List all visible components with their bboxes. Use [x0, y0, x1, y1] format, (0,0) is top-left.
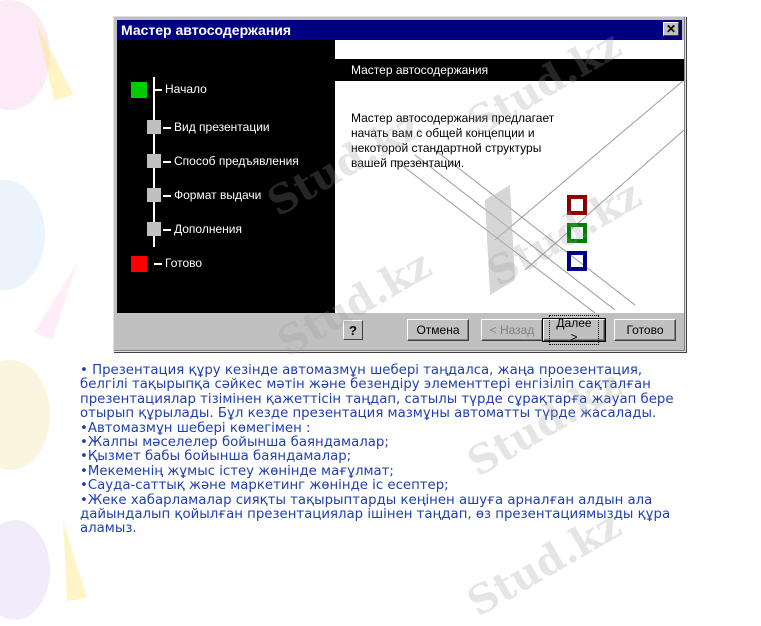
wizard-content-panel: Мастер автосодержания Мастер автосодержа… — [335, 40, 684, 313]
balloon-decoration — [0, 180, 45, 290]
step-label: Формат выдачи — [174, 188, 262, 202]
panel-description-line: Мастер автосодержания предлагает — [351, 111, 555, 125]
accent-square-icon — [567, 251, 587, 271]
dialog-button-bar: ? Отмена < Назад Далее > Готово — [117, 315, 682, 349]
body-text-line: •Қызмет бабы бойынша баяндамалар; — [80, 449, 352, 465]
step-label: Вид презентации — [174, 120, 270, 134]
step-label: Способ предъявления — [174, 154, 299, 168]
wizard-step: Вид презентации — [117, 118, 335, 138]
slide-body-text: • Презентация құру кезінде автомазмұн ше… — [80, 363, 760, 537]
wizard-step: Формат выдачи — [117, 186, 335, 206]
body-text-line: презентациялар тізімінен қажеттісін таңд… — [80, 391, 674, 407]
panel-description-line: начать вам с общей концепции и — [351, 126, 535, 140]
dialog-titlebar: Мастер автосодержания ✕ — [117, 20, 682, 40]
panel-description: Мастер автосодержания предлагает начать … — [351, 111, 591, 171]
balloon-decoration — [0, 520, 50, 620]
back-button[interactable]: < Назад — [481, 319, 543, 341]
wizard-steps-panel: Начало Вид презентации Способ предъявления… — [117, 40, 335, 313]
wizard-step: Начало — [117, 80, 335, 100]
body-text-line: •Автомазмұн шебері көмегімен : — [80, 420, 311, 436]
step-connector-tick — [154, 89, 162, 91]
step-connector-tick — [163, 195, 171, 197]
body-text-line: •Сауда-саттық және маркетинг жөнінде іс … — [80, 478, 449, 494]
cancel-button[interactable]: Отмена — [407, 319, 469, 341]
close-icon[interactable]: ✕ — [663, 22, 679, 36]
step-label: Дополнения — [174, 222, 242, 236]
step-indicator-square — [147, 154, 161, 168]
body-text-line: аламыз. — [80, 521, 137, 537]
step-label: Готово — [165, 256, 203, 270]
body-text-line: отырып құрылады. Бұл кезде презентация м… — [80, 406, 657, 422]
wizard-step: Готово — [117, 254, 335, 274]
step-connector-tick — [154, 263, 162, 265]
step-connector-tick — [163, 127, 171, 129]
help-button[interactable]: ? — [343, 320, 363, 340]
step-indicator-square — [131, 256, 147, 272]
panel-description-line: некоторой стандартной структуры — [351, 141, 542, 155]
step-indicator-square — [147, 188, 161, 202]
dialog-title: Мастер автосодержания — [121, 22, 292, 38]
step-indicator-square — [131, 82, 147, 98]
step-label: Начало — [165, 82, 207, 96]
accent-square-icon — [567, 195, 587, 215]
next-button-label: Далее > — [549, 315, 599, 345]
accent-square-icon — [567, 223, 587, 243]
body-text-line: •Жеке хабарламалар сияқты тақырыптарды к… — [80, 492, 653, 508]
wizard-step: Дополнения — [117, 220, 335, 240]
step-connector-tick — [163, 229, 171, 231]
panel-title: Мастер автосодержания — [335, 59, 684, 81]
ray-decoration — [34, 259, 86, 341]
autocontent-wizard-dialog: Мастер автосодержания ✕ Начало Вид презен… — [113, 16, 686, 352]
body-text-line: дайындалып қойылған презентациялар ішіне… — [80, 507, 671, 523]
step-indicator-square — [147, 120, 161, 134]
body-text-line: •Мекеменің жұмыс істеу жөнінде мағұлмат; — [80, 463, 394, 479]
body-text-line: белгілі тақырыпқа сәйкес мәтін және безе… — [80, 377, 651, 393]
wizard-step: Способ предъявления — [117, 152, 335, 172]
balloon-decoration — [0, 360, 50, 470]
finish-button[interactable]: Готово — [614, 319, 676, 341]
step-indicator-square — [147, 222, 161, 236]
step-connector-tick — [163, 161, 171, 163]
panel-description-line: вашей презентации. — [351, 156, 465, 170]
next-button[interactable]: Далее > — [542, 315, 606, 345]
